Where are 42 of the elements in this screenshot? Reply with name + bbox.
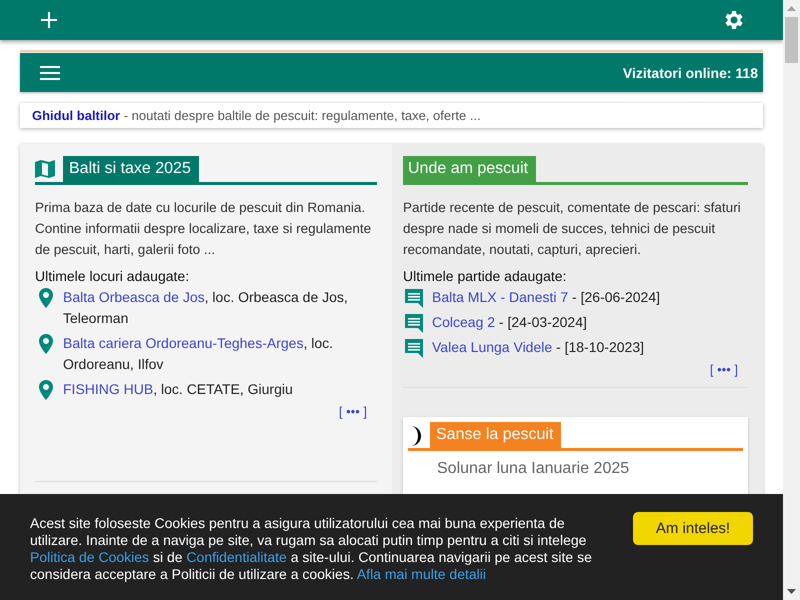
list-title: Ultimele locuri adaugate: [35,268,190,284]
policy-link[interactable]: Politica de Cookies [30,549,150,565]
list-title: Ultimele partide adaugate: [403,268,568,284]
trip-entry: Valea Lunga Videle - [18-10-2023] [432,338,644,357]
location-link[interactable]: Balta Orbeasca de Jos [63,289,205,305]
accept-button[interactable]: Am inteles! [633,512,753,545]
map-icon [35,159,55,179]
scrollbar[interactable] [783,0,800,600]
scroll-down-icon[interactable] [787,589,796,594]
trip-entry: Balta MLX - Danesti 7 - [26-06-2024] [432,288,660,307]
section-title: Balti si taxe 2025 [63,156,199,182]
comment-icon [404,288,424,308]
trip-link[interactable]: Valea Lunga Videle [432,339,552,355]
trip-entry: Colceag 2 - [24-03-2024] [432,313,587,332]
policy-link[interactable]: Confidentialitate [186,549,287,565]
more-link[interactable]: [ ••• ] [710,362,738,377]
trip-link[interactable]: Balta MLX - Danesti 7 [432,289,568,305]
solunar-subtitle[interactable]: Solunar luna Ianuarie 2025 [408,451,743,478]
section-title: Sanse la pescuit [430,422,562,448]
location-link[interactable]: FISHING HUB [63,381,154,397]
site-link[interactable]: Ghidul baltilor [32,108,120,123]
comment-icon [404,313,424,333]
location-entry: FISHING HUB, loc. CETATE, Giurgiu [63,380,293,399]
scroll-thumb[interactable] [785,17,798,63]
location-link[interactable]: Balta cariera Ordoreanu-Teghes-Arges [63,335,304,351]
tagline-text: Ghidul baltilor - noutati despre baltile de pescuit: regulamente, taxe, oferte ... [32,108,481,123]
visitors-count: Vizitatori online: 118 [622,64,758,80]
location-pin-icon [39,288,53,308]
comment-icon [404,338,424,358]
plus-icon[interactable] [41,12,57,28]
location-entry: Balta Orbeasca de Jos, loc. Orbeasca de Jos, Teleorman [63,288,349,328]
location-pin-icon [39,334,53,354]
cookie-notice: Acest site foloseste Cookies pentru a asigura utilizatorului cea mai buna experienta de utilizare. Inainte de a naviga pe site, va rugam sa alocati putin timp pentru a citi si intelege Politica de Cookies si de Confidentialitate a site-ului. Continuarea navigarii pe acest site se considera acceptare a Politicii de utilizare a cookies. Afla mai multe detalii [30,515,593,583]
location-entry: Balta cariera Ordoreanu-Teghes-Arges, loc. Ordoreanu, Ilfov [63,334,334,374]
location-pin-icon [39,380,53,400]
menu-icon[interactable] [40,66,60,80]
policy-link[interactable]: Afla mai multe detalii [356,566,486,582]
trip-link[interactable]: Colceag 2 [432,314,496,330]
section-title: Unde am pescuit [403,156,536,182]
section-description: Partide recente de pescuit, comentate de pescari: sfaturi despre nade si momeli de succes, tehnici de pescuit recomandate, noutati, capturi, aprecieri. [403,199,742,259]
more-link[interactable]: [ ••• ] [338,404,367,419]
section-description: Prima baza de date cu locurile de pescuit din Romania. Contine informatii despre localizare, taxe si regulamente de pescuit, harti, galerii foto ... [35,199,372,259]
